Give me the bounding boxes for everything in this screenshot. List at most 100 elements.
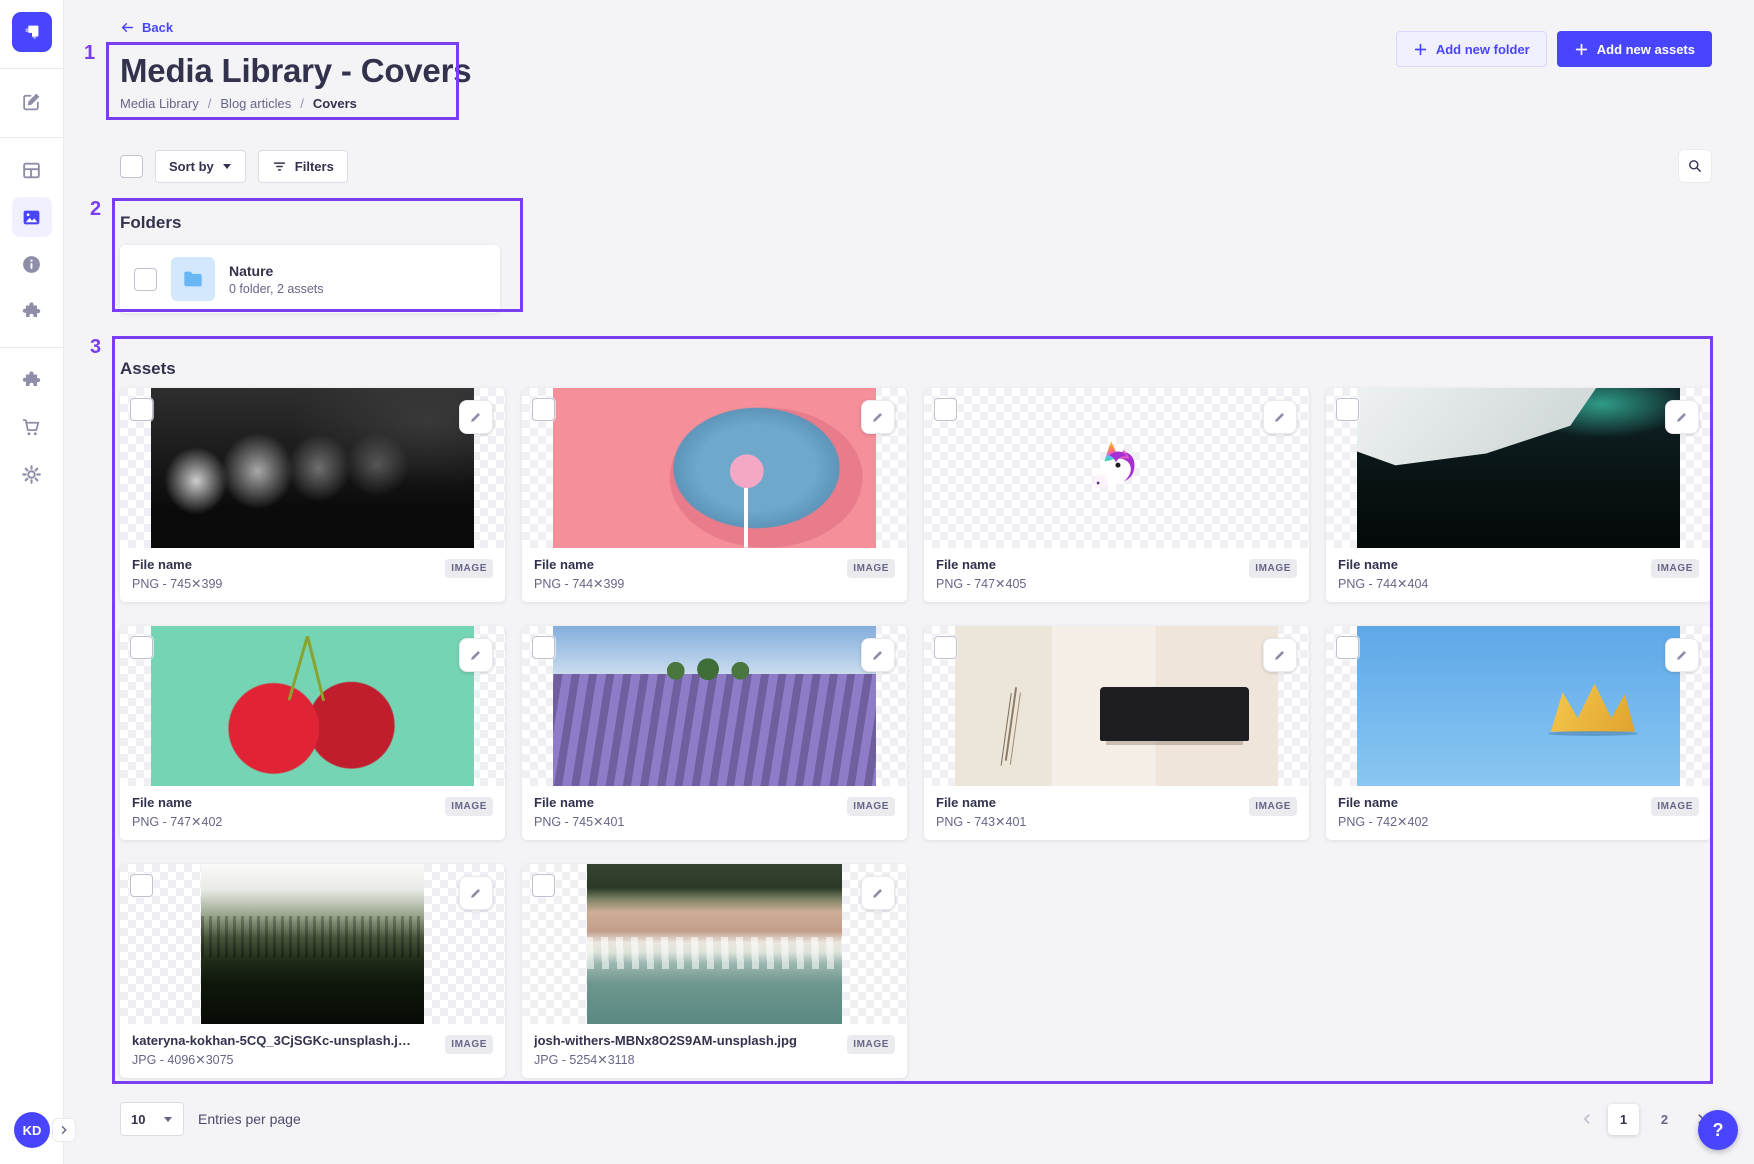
asset-meta: JPG - 5254✕3118: [534, 1052, 797, 1067]
asset-caption: File name PNG - 744✕399 IMAGE: [522, 548, 907, 602]
assets-grid: File name PNG - 745✕399 IMAGE File name …: [120, 388, 1711, 1078]
paper-boat-image: [1357, 626, 1680, 786]
pencil-icon: [1675, 648, 1689, 662]
asset-card[interactable]: kateryna-kokhan-5CQ_3CjSGKc-unsplash.jpg…: [120, 864, 505, 1078]
filters-button[interactable]: Filters: [258, 150, 348, 183]
asset-checkbox[interactable]: [532, 398, 555, 421]
asset-checkbox[interactable]: [1336, 636, 1359, 659]
asset-name: File name: [1338, 557, 1428, 572]
puzzle-icon: [21, 301, 42, 322]
add-new-folder-button[interactable]: Add new folder: [1396, 31, 1547, 67]
asset-name: kateryna-kokhan-5CQ_3CjSGKc-unsplash.jpg: [132, 1033, 412, 1048]
search-icon: [1687, 158, 1703, 174]
breadcrumb-blog-articles[interactable]: Blog articles: [220, 96, 291, 111]
asset-checkbox[interactable]: [130, 874, 153, 897]
pagination: 10 Entries per page 1 2: [120, 1102, 1712, 1136]
edit-asset-button[interactable]: [861, 876, 895, 910]
asset-card[interactable]: File name PNG - 742✕402 IMAGE: [1326, 626, 1711, 840]
asset-caption: kateryna-kokhan-5CQ_3CjSGKc-unsplash.jpg…: [120, 1024, 505, 1078]
asset-checkbox[interactable]: [934, 636, 957, 659]
asset-caption: File name PNG - 743✕401 IMAGE: [924, 786, 1309, 840]
edit-asset-button[interactable]: [1665, 638, 1699, 672]
divider: [0, 137, 63, 138]
asset-checkbox[interactable]: [130, 398, 153, 421]
sidebar-item-settings[interactable]: [12, 454, 52, 494]
asset-checkbox[interactable]: [130, 636, 153, 659]
edit-asset-button[interactable]: [1263, 638, 1297, 672]
asset-card[interactable]: File name PNG - 747✕402 IMAGE: [120, 626, 505, 840]
folder-checkbox[interactable]: [134, 268, 157, 291]
asset-checkbox[interactable]: [532, 636, 555, 659]
asset-card[interactable]: File name PNG - 745✕401 IMAGE: [522, 626, 907, 840]
asset-meta: PNG - 744✕399: [534, 576, 624, 591]
asset-card[interactable]: File name PNG - 744✕404 IMAGE: [1326, 388, 1711, 602]
asset-card[interactable]: File name PNG - 745✕399 IMAGE: [120, 388, 505, 602]
pencil-icon: [469, 886, 483, 900]
edit-asset-button[interactable]: [1263, 400, 1297, 434]
previous-page-button[interactable]: [1576, 1108, 1598, 1130]
asset-thumbnail: [1326, 626, 1711, 786]
asset-thumbnail: [522, 626, 907, 786]
avatar[interactable]: KD: [14, 1112, 50, 1148]
sidebar-item-media-library[interactable]: [12, 197, 52, 237]
edit-asset-button[interactable]: [861, 638, 895, 672]
select-all-checkbox[interactable]: [120, 155, 143, 178]
asset-caption: File name PNG - 747✕405 IMAGE: [924, 548, 1309, 602]
page-2-button[interactable]: 2: [1649, 1104, 1680, 1135]
pencil-icon: [871, 886, 885, 900]
asset-thumbnail: [120, 864, 505, 1024]
edit-asset-button[interactable]: [459, 876, 493, 910]
help-button[interactable]: ?: [1698, 1110, 1738, 1150]
folder-card-nature[interactable]: Nature 0 folder, 2 assets: [120, 245, 500, 313]
asset-checkbox[interactable]: [934, 398, 957, 421]
breadcrumb-separator: /: [300, 96, 304, 111]
asset-name: File name: [132, 557, 222, 572]
edit-asset-button[interactable]: [459, 400, 493, 434]
asset-caption: File name PNG - 745✕401 IMAGE: [522, 786, 907, 840]
asset-checkbox[interactable]: [1336, 398, 1359, 421]
unicorn-image: [924, 388, 1309, 548]
folder-subtitle: 0 folder, 2 assets: [229, 282, 324, 296]
sidebar-item-content-type-builder[interactable]: [12, 150, 52, 190]
asset-card[interactable]: File name PNG - 747✕405 IMAGE: [924, 388, 1309, 602]
strapi-logo[interactable]: [12, 12, 52, 52]
sort-by-button[interactable]: Sort by: [155, 150, 246, 183]
asset-thumbnail: [522, 388, 907, 548]
entries-per-page-label: Entries per page: [198, 1111, 301, 1127]
gear-icon: [21, 464, 42, 485]
divider: [0, 347, 63, 348]
back-link[interactable]: Back: [120, 20, 173, 35]
edit-asset-button[interactable]: [1665, 400, 1699, 434]
cherries-image: [151, 626, 474, 786]
pencil-icon: [871, 648, 885, 662]
entries-per-page-select[interactable]: 10: [120, 1102, 184, 1136]
plus-icon: [1574, 42, 1589, 57]
folders-heading: Folders: [120, 213, 1712, 233]
asset-name: josh-withers-MBNx8O2S9AM-unsplash.jpg: [534, 1033, 797, 1048]
asset-name: File name: [132, 795, 222, 810]
page-1-button[interactable]: 1: [1608, 1104, 1639, 1135]
sidebar-expand-button[interactable]: [52, 1118, 76, 1142]
edit-asset-button[interactable]: [459, 638, 493, 672]
puzzle-icon: [21, 370, 42, 391]
edit-asset-button[interactable]: [861, 400, 895, 434]
sidebar-item-purchase[interactable]: [12, 407, 52, 447]
sidebar-item-marketplace[interactable]: [12, 360, 52, 400]
asset-checkbox[interactable]: [532, 874, 555, 897]
sidebar-item-plugin[interactable]: [12, 291, 52, 331]
asset-card[interactable]: josh-withers-MBNx8O2S9AM-unsplash.jpg JP…: [522, 864, 907, 1078]
divider: [0, 68, 63, 69]
asset-card[interactable]: File name PNG - 743✕401 IMAGE: [924, 626, 1309, 840]
sidebar-item-content-manager[interactable]: [12, 81, 52, 121]
band-photo-image: [151, 388, 474, 548]
sidebar-item-documentation[interactable]: [12, 244, 52, 284]
breadcrumb-media-library[interactable]: Media Library: [120, 96, 199, 111]
asset-name: File name: [936, 557, 1026, 572]
lavender-field-image: [553, 626, 876, 786]
asset-card[interactable]: File name PNG - 744✕399 IMAGE: [522, 388, 907, 602]
add-new-assets-button[interactable]: Add new assets: [1557, 31, 1712, 67]
asset-meta: PNG - 745✕399: [132, 576, 222, 591]
search-button[interactable]: [1678, 149, 1712, 183]
lollipop-image: [553, 388, 876, 548]
asset-name: File name: [1338, 795, 1428, 810]
